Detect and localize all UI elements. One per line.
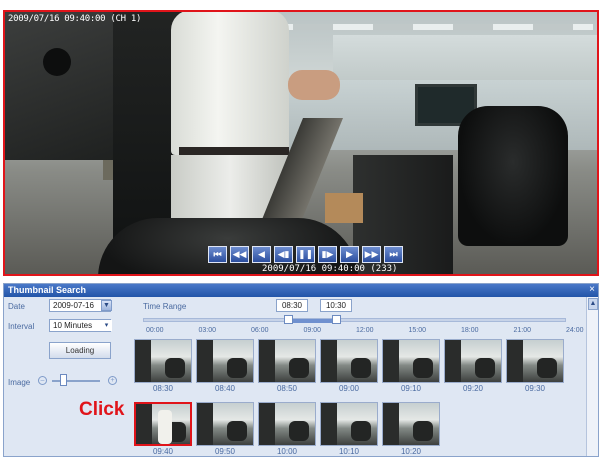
click-annotation: Click [79,399,125,420]
thumbnail-time: 09:20 [462,384,484,393]
thumbnail-time: 09:40 [152,447,174,456]
time-tick: 00:00 [146,327,164,334]
panel-scrollbar[interactable]: ▲ [586,297,598,456]
scene-person-arm [288,70,340,100]
time-tick: 18:00 [461,327,479,334]
thumbnail-person [158,410,172,444]
thumbnail[interactable] [444,339,502,383]
thumbnail-time: 10:20 [400,447,422,456]
pause-button[interactable]: ❚❚ [296,246,315,263]
first-frame-button[interactable]: ⏮ [208,246,227,263]
time-tick: 21:00 [513,327,532,334]
thumbnail[interactable] [258,402,316,446]
thumbnail-time: 08:30 [152,384,174,393]
date-dropdown-icon[interactable]: ▼ [101,300,112,311]
scroll-up-icon[interactable]: ▲ [588,298,598,310]
time-tick: 06:00 [251,327,269,334]
thumbnail-time: 09:00 [338,384,360,393]
thumbnail[interactable] [382,339,440,383]
reverse-play-button[interactable]: ◀▮ [274,246,293,263]
zoom-out-icon[interactable]: – [38,376,47,385]
thumbnail[interactable] [506,339,564,383]
thumbnail-selected[interactable] [134,402,192,446]
thumbnail-time: 10:10 [338,447,360,456]
time-tick: 03:00 [198,327,217,334]
interval-label: Interval [8,322,35,331]
thumbnail-time: 09:10 [400,384,422,393]
close-icon[interactable]: × [589,284,595,295]
scene-speaker [3,10,113,160]
panel-title-bar: Thumbnail Search × [4,284,598,297]
video-timestamp: 2009/07/16 09:40:00 (233) [262,264,398,274]
zoom-in-icon[interactable]: + [108,376,117,385]
time-range-label: Time Range [143,302,187,311]
thumbnail-time: 09:30 [524,384,546,393]
thumbnail-time: 08:40 [214,384,236,393]
thumbnail[interactable] [134,339,192,383]
video-osd-title: 2009/07/16 09:40:00 (CH 1) [8,14,142,24]
date-label: Date [8,302,25,311]
time-to-field[interactable]: 10:30 [320,299,352,312]
thumbnail[interactable] [196,339,254,383]
scene-person-shirt [171,10,289,155]
time-range-end-knob[interactable] [332,315,341,324]
image-label: Image [8,378,31,387]
step-forward-button[interactable]: ▶ [340,246,359,263]
panel-title: Thumbnail Search [8,285,87,295]
thumbnail[interactable] [320,339,378,383]
scene-box [325,193,363,223]
screen: 2009/07/16 09:40:00 (CH 1) ⏮ ◀◀ ◀ ◀▮ ❚❚ ▮▶ ▶ ▶▶… [0,0,602,457]
time-range-start-knob[interactable] [284,315,293,324]
thumbnail[interactable] [196,402,254,446]
time-tick: 15:00 [408,327,427,334]
thumbnail[interactable] [382,402,440,446]
step-back-button[interactable]: ◀ [252,246,271,263]
time-tick: 12:00 [356,327,374,334]
thumbnail[interactable] [258,339,316,383]
fast-rewind-button[interactable]: ◀◀ [230,246,249,263]
time-tick: 09:00 [303,327,322,334]
time-range-slider[interactable] [143,315,566,324]
time-from-field[interactable]: 08:30 [276,299,308,312]
thumbnail-time: 09:50 [214,447,236,456]
time-range-fill [288,319,336,323]
thumbnail[interactable] [320,402,378,446]
video-viewport[interactable] [3,10,599,276]
time-tick: 24:00 [566,327,584,334]
playback-controls: ⏮ ◀◀ ◀ ◀▮ ❚❚ ▮▶ ▶ ▶▶ ⏭ [208,246,403,263]
last-frame-button[interactable]: ⏭ [384,246,403,263]
loading-button[interactable]: Loading [49,342,111,359]
interval-dropdown-icon[interactable]: ▾ [101,320,112,331]
fast-forward-button[interactable]: ▶▶ [362,246,381,263]
thumbnail-time: 10:00 [276,447,298,456]
scene-person-belt [179,147,289,155]
scene-chair [458,106,568,246]
image-size-knob[interactable] [60,374,67,386]
thumbnail-time: 08:50 [276,384,298,393]
play-step-button[interactable]: ▮▶ [318,246,337,263]
scene-speaker-hole [43,48,71,76]
